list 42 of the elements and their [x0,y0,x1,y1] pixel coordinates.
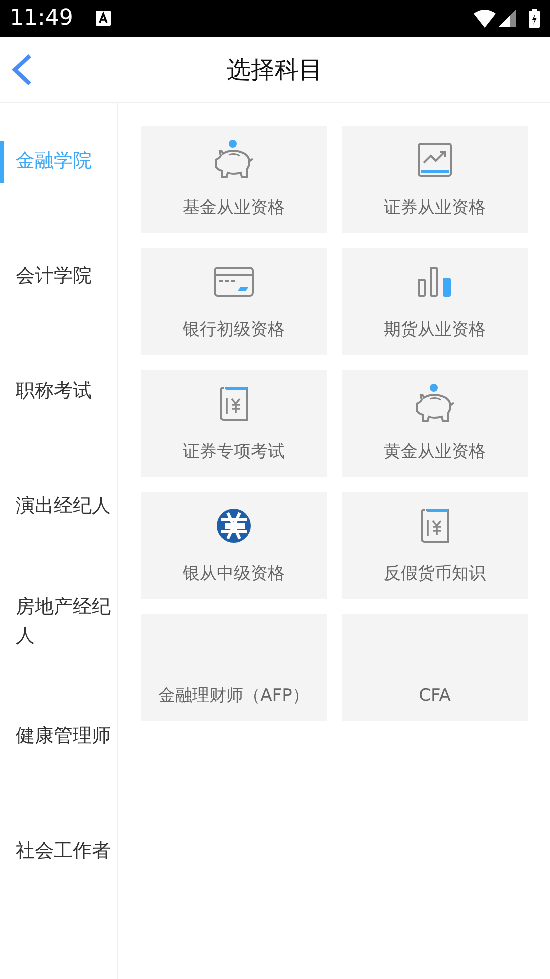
chart-icon [418,143,452,177]
subject-label: 黄金从业资格 [384,441,486,464]
card-icon [214,267,254,297]
subject-label: 证券专项考试 [183,441,285,464]
wifi-icon [474,10,496,28]
subject-label: 基金从业资格 [183,197,285,220]
subject-label: 银行初级资格 [183,319,285,342]
subject-label: 证券从业资格 [384,197,486,220]
subject-label: 期货从业资格 [384,319,486,342]
page-title: 选择科目 [227,54,323,86]
status-time: 11:49 [10,8,74,30]
bar-chart-icon [417,266,453,298]
notification-icon [96,11,112,26]
subject-label: 银从中级资格 [183,563,285,586]
subject-card[interactable]: 银行初级资格 [141,248,327,355]
subject-card[interactable]: 金融理财师（AFP） [141,614,327,721]
piggy-bank-icon [414,384,456,424]
subject-label: 反假货币知识 [384,563,486,586]
battery-icon [529,9,540,28]
book-icon [220,386,248,422]
subject-card[interactable]: 期货从业资格 [342,248,528,355]
subject-card[interactable]: 证券从业资格 [342,126,528,233]
piggy-bank-icon [213,140,255,180]
category-tab[interactable]: 职称考试 [16,377,92,406]
emblem-icon [215,508,253,544]
subject-label: CFA [419,685,451,708]
category-tab[interactable]: 社会工作者 [16,837,111,866]
back-button[interactable] [10,53,34,87]
subject-card[interactable]: 黄金从业资格 [342,370,528,477]
category-tab[interactable]: 演出经纪人 [16,492,111,521]
subject-card[interactable]: 基金从业资格 [141,126,327,233]
subject-card[interactable]: 银从中级资格 [141,492,327,599]
signal-icon [499,10,516,27]
category-tab[interactable]: 会计学院 [16,262,92,291]
back-icon [11,54,33,86]
subject-card[interactable]: CFA [342,614,528,721]
category-tab[interactable]: 健康管理师 [16,722,111,751]
subject-label: 金融理财师（AFP） [158,685,310,708]
subject-card[interactable]: 证券专项考试 [141,370,327,477]
book-icon [421,508,449,544]
subject-card[interactable]: 反假货币知识 [342,492,528,599]
category-tab[interactable]: 房地产经纪人 [16,592,111,650]
